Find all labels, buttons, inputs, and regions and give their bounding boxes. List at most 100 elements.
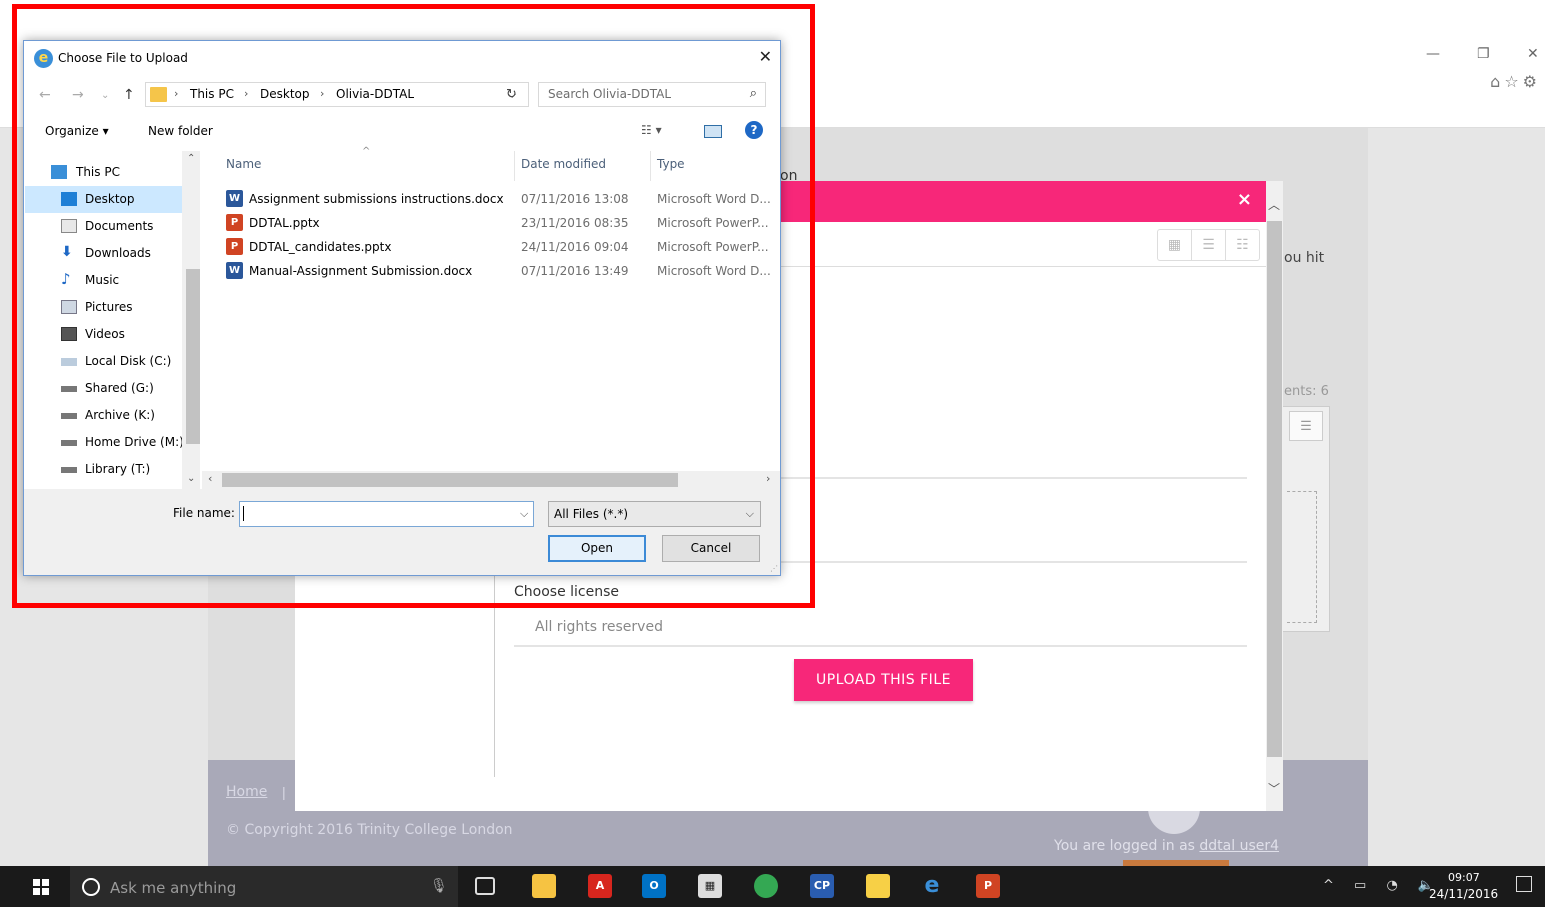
horizontal-scroll-thumb[interactable]	[222, 473, 678, 487]
nav-label: Pictures	[85, 300, 133, 314]
resize-grip-icon[interactable]: ⋰	[770, 564, 778, 573]
license-select[interactable]: All rights reserved	[535, 619, 663, 635]
scroll-left-icon[interactable]: ‹	[208, 472, 212, 485]
powerpoint-icon: P	[226, 214, 243, 231]
minimize-icon[interactable]: —	[1426, 46, 1440, 62]
browser-toolbar-icons[interactable]: ⌂☆⚙	[1490, 72, 1541, 91]
nav-item-archive[interactable]: Archive (K:)	[25, 402, 183, 429]
back-icon[interactable]: ←	[39, 87, 51, 103]
file-type: Microsoft PowerP...	[657, 216, 769, 230]
task-view-icon[interactable]	[475, 877, 495, 895]
organize-button[interactable]: Organize ▾	[45, 124, 109, 138]
column-divider[interactable]	[514, 151, 515, 181]
list-view-icon[interactable]: ☰	[1192, 230, 1226, 260]
column-divider[interactable]	[650, 151, 651, 181]
internet-explorer-icon: e	[34, 49, 53, 68]
cortana-search[interactable]: Ask me anything 🎙	[70, 866, 458, 907]
cancel-button[interactable]: Cancel	[662, 535, 760, 562]
scroll-up-icon[interactable]: ︿	[1268, 196, 1280, 213]
open-button[interactable]: Open	[548, 535, 646, 562]
restore-icon[interactable]: ❐	[1477, 46, 1490, 62]
background-text: ou hit	[1284, 250, 1325, 266]
up-folder-icon[interactable]: ↑	[123, 87, 135, 103]
file-date: 07/11/2016 13:08	[521, 192, 629, 206]
internet-explorer-icon[interactable]: e	[920, 874, 944, 898]
nav-scroll-thumb[interactable]	[186, 269, 200, 444]
microphone-icon[interactable]: 🎙	[430, 878, 448, 894]
chrome-icon[interactable]	[754, 874, 778, 898]
clock-time[interactable]: 09:07	[1448, 871, 1480, 884]
column-header-name[interactable]: Name	[226, 157, 261, 171]
file-row[interactable]: P DDTAL.pptx 23/11/2016 08:35 Microsoft …	[202, 211, 780, 235]
column-header-type[interactable]: Type	[657, 157, 685, 171]
cp-app-icon[interactable]: CP	[810, 874, 834, 898]
network-drive-icon	[61, 386, 77, 392]
breadcrumb-desktop[interactable]: Desktop	[260, 87, 310, 101]
change-view-icon[interactable]: ☷ ▾	[641, 123, 662, 137]
scroll-right-icon[interactable]: ›	[766, 472, 770, 485]
search-icon[interactable]: ⌕	[750, 86, 757, 101]
file-type-select[interactable]: All Files (*.*) ⌵	[548, 501, 761, 527]
file-row[interactable]: W Assignment submissions instructions.do…	[202, 187, 780, 211]
nav-item-videos[interactable]: Videos	[25, 321, 183, 348]
sticky-notes-icon[interactable]	[866, 874, 890, 898]
modal-scroll-thumb[interactable]	[1267, 221, 1282, 757]
search-input[interactable]: Search Olivia-DDTAL ⌕	[538, 82, 766, 107]
new-folder-button[interactable]: New folder	[148, 124, 213, 138]
nav-label: Shared (G:)	[85, 381, 154, 395]
breadcrumb-this-pc[interactable]: This PC	[190, 87, 234, 101]
nav-item-pictures[interactable]: Pictures	[25, 294, 183, 321]
recent-locations-icon[interactable]: ⌄	[101, 90, 109, 101]
refresh-icon[interactable]: ↻	[506, 87, 517, 102]
close-icon[interactable]: ×	[1237, 189, 1252, 210]
start-button[interactable]	[0, 866, 70, 907]
search-placeholder: Search Olivia-DDTAL	[548, 87, 672, 101]
login-user-link[interactable]: ddtal user4	[1199, 838, 1279, 854]
grid-view-icon[interactable]: ▦	[1158, 230, 1192, 260]
nav-item-home-drive[interactable]: Home Drive (M:)	[25, 429, 184, 456]
nav-item-documents[interactable]: Documents	[25, 213, 183, 240]
nav-item-desktop[interactable]: Desktop	[25, 186, 183, 213]
powerpoint-icon[interactable]: P	[976, 874, 1000, 898]
scroll-down-icon[interactable]: ⌄	[187, 473, 195, 484]
page-right-margin	[1368, 128, 1545, 866]
file-explorer-icon[interactable]	[532, 874, 556, 898]
nav-item-local-disk[interactable]: Local Disk (C:)	[25, 348, 183, 375]
nav-item-this-pc[interactable]: This PC	[25, 159, 183, 186]
column-header-date[interactable]: Date modified	[521, 157, 606, 171]
nav-item-music[interactable]: ♪ Music	[25, 267, 183, 294]
chevron-down-icon[interactable]: ⌵	[520, 507, 528, 521]
breadcrumb-olivia-ddtal[interactable]: Olivia-DDTAL	[336, 87, 414, 101]
dialog-toolbar: Organize ▾ New folder ☷ ▾ ?	[24, 115, 780, 148]
drive-icon	[61, 358, 77, 366]
calendar-icon[interactable]: ▦	[698, 874, 722, 898]
nav-item-downloads[interactable]: ⬇ Downloads	[25, 240, 183, 267]
help-icon[interactable]: ?	[745, 121, 763, 139]
footer-home-link[interactable]: Home	[226, 784, 267, 800]
list-view-icon[interactable]: ☰	[1289, 411, 1323, 441]
scroll-up-icon[interactable]: ⌃	[187, 153, 195, 164]
upload-file-button[interactable]: UPLOAD THIS FILE	[794, 659, 973, 701]
word-document-icon: W	[226, 262, 243, 279]
cortana-icon	[82, 878, 100, 896]
choose-license-label: Choose license	[514, 584, 620, 600]
scroll-down-icon[interactable]: ﹀	[1268, 780, 1280, 797]
file-row[interactable]: W Manual-Assignment Submission.docx 07/1…	[202, 259, 780, 283]
clock-date[interactable]: 24/11/2016	[1429, 887, 1498, 901]
preview-pane-icon[interactable]	[704, 125, 722, 138]
file-type: Microsoft Word D...	[657, 264, 771, 278]
close-window-icon[interactable]: ✕	[1527, 46, 1539, 62]
action-center-icon[interactable]	[1516, 876, 1532, 892]
horizontal-scrollbar[interactable]: ‹ ›	[202, 471, 780, 489]
nav-item-library[interactable]: Library (T:)	[25, 456, 183, 483]
system-tray-icons[interactable]: ^ ▭ ◔ 🔈	[1323, 878, 1442, 893]
file-row[interactable]: P DDTAL_candidates.pptx 24/11/2016 09:04…	[202, 235, 780, 259]
nav-item-shared[interactable]: Shared (G:)	[25, 375, 183, 402]
acrobat-icon[interactable]: A	[588, 874, 612, 898]
address-bar[interactable]: › This PC › Desktop › Olivia-DDTAL ⌵	[145, 82, 529, 107]
outlook-icon[interactable]: O	[642, 874, 666, 898]
tree-view-icon[interactable]: ☷	[1226, 230, 1259, 260]
forward-icon[interactable]: →	[72, 87, 84, 103]
close-icon[interactable]: ✕	[759, 47, 772, 66]
file-name-input[interactable]	[239, 501, 534, 527]
